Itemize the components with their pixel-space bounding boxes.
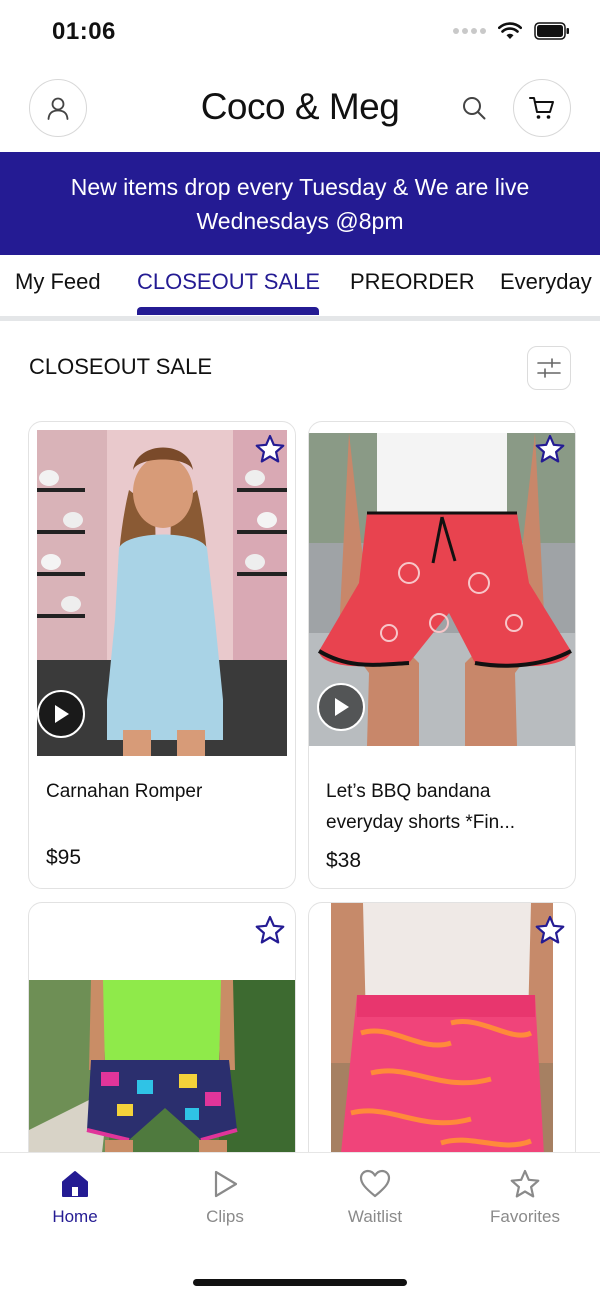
home-icon: [62, 1171, 88, 1197]
brand-title: Coco & Meg: [200, 86, 400, 127]
product-price: $38: [326, 849, 362, 872]
filter-button[interactable]: [527, 346, 571, 390]
tab-preorder[interactable]: PREORDER: [350, 269, 475, 295]
nav-clips[interactable]: Clips: [150, 1169, 300, 1227]
product-image: [309, 433, 575, 746]
product-image: [37, 430, 287, 756]
tabs-divider: [0, 316, 600, 321]
product-name: Carnahan Romper: [46, 781, 203, 802]
nav-home[interactable]: Home: [0, 1169, 150, 1227]
app-header: Coco & Meg: [0, 66, 600, 152]
tab-my-feed[interactable]: My Feed: [15, 269, 101, 295]
star-icon: [255, 434, 285, 463]
nav-clips-label: Clips: [206, 1207, 244, 1226]
bottom-nav: Home Clips Waitlist Favorites: [0, 1152, 600, 1299]
heart-icon: [359, 1169, 391, 1198]
play-video-button[interactable]: [317, 683, 365, 731]
star-icon: [535, 915, 565, 944]
nav-favorites-label: Favorites: [490, 1207, 560, 1226]
nav-favorites[interactable]: Favorites: [450, 1169, 600, 1227]
tab-closeout-sale[interactable]: CLOSEOUT SALE: [137, 269, 320, 295]
play-icon: [335, 698, 349, 716]
status-bar: 01:06: [0, 0, 600, 66]
signal-dots-icon: [453, 28, 486, 34]
play-video-button[interactable]: [37, 690, 85, 738]
announcement-banner: New items drop every Tuesday & We are li…: [0, 152, 600, 255]
cart-icon: [529, 97, 554, 119]
play-icon: [55, 705, 69, 723]
product-image: [331, 903, 553, 1173]
play-outline-icon: [214, 1170, 238, 1198]
product-name: Let’s BBQ bandana everyday shorts *Fin..…: [326, 781, 516, 833]
product-card[interactable]: Carnahan Romper $95: [28, 421, 296, 889]
favorite-star-button[interactable]: [253, 913, 287, 947]
search-button[interactable]: [458, 92, 490, 124]
tab-everyday[interactable]: Everyday: [500, 269, 592, 295]
search-icon: [463, 97, 486, 120]
star-icon: [510, 1169, 540, 1198]
category-tabs: My Feed CLOSEOUT SALE PREORDER Everyday: [0, 255, 600, 319]
status-time: 01:06: [52, 18, 116, 45]
nav-home-label: Home: [52, 1207, 98, 1226]
product-image: [29, 980, 295, 1180]
section-title: CLOSEOUT SALE: [29, 354, 212, 379]
battery-icon: [534, 22, 569, 40]
home-indicator: [193, 1279, 407, 1286]
favorite-star-button[interactable]: [533, 913, 567, 947]
announcement-line-1: New items drop every Tuesday & We are li…: [70, 173, 530, 200]
favorite-star-button[interactable]: [533, 432, 567, 466]
wifi-icon: [498, 22, 522, 39]
favorite-star-button[interactable]: [253, 432, 287, 466]
active-tab-indicator: [137, 307, 319, 315]
star-icon: [255, 915, 285, 944]
product-price: $95: [46, 846, 82, 869]
cart-button[interactable]: [513, 79, 571, 137]
status-icons: [453, 22, 570, 40]
nav-waitlist-label: Waitlist: [347, 1207, 403, 1226]
product-card[interactable]: Let’s BBQ bandana everyday shorts *Fin..…: [308, 421, 576, 889]
sliders-icon: [537, 358, 561, 378]
nav-waitlist[interactable]: Waitlist: [300, 1169, 450, 1227]
announcement-line-2: Wednesdays @8pm: [196, 207, 404, 234]
star-icon: [535, 434, 565, 463]
